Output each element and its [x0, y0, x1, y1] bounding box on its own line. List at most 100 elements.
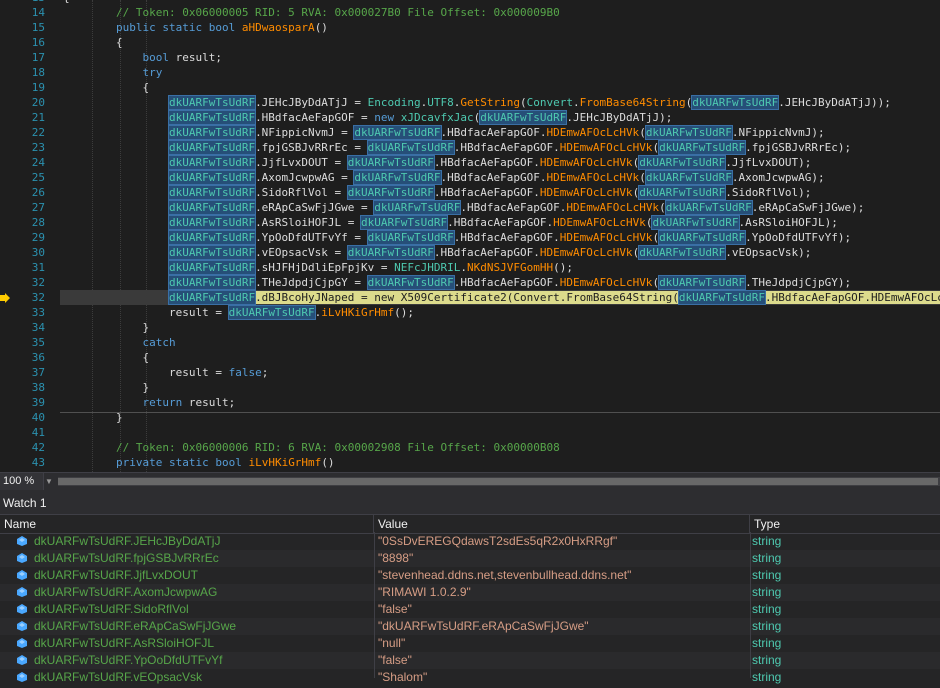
watch-value[interactable]: "dkUARFwTsUdRF.eRApCaSwFjJGwe" [378, 618, 748, 635]
code-line[interactable]: 16 { [0, 35, 940, 50]
code-text: return result; [142, 396, 236, 409]
watch-name[interactable]: dkUARFwTsUdRF.SidoRflVol [34, 601, 374, 618]
field-icon [17, 553, 27, 563]
watch-name[interactable]: dkUARFwTsUdRF.YpOoDfdUTFvYf [34, 652, 374, 669]
code-line[interactable]: 15 public static bool aHDwaosparA() [0, 20, 940, 35]
watch-row[interactable]: dkUARFwTsUdRF.JEHcJByDdATjJ "0SsDvEREGQda… [0, 533, 940, 550]
line-number: 18 [31, 66, 45, 79]
code-line[interactable]: 27 dkUARFwTsUdRF.eRApCaSwFjJGwe = dkUARF… [0, 200, 940, 215]
watch-value[interactable]: "RIMAWI 1.0.2.9" [378, 584, 748, 601]
code-line[interactable]: 19 { [0, 80, 940, 95]
code-line[interactable]: 14 // Token: 0x06000005 RID: 5 RVA: 0x00… [0, 5, 940, 20]
line-number: 25 [31, 171, 45, 184]
code-line[interactable]: 42 // Token: 0x06000006 RID: 6 RVA: 0x00… [0, 440, 940, 455]
watch-value[interactable]: "null" [378, 635, 748, 652]
column-header-type[interactable]: Type [750, 515, 940, 533]
code-line[interactable]: 39 return result; [0, 395, 940, 410]
watch-type: string [752, 551, 782, 565]
watch-type: string [752, 670, 782, 684]
watch-row[interactable]: dkUARFwTsUdRF.SidoRflVol "false" string [0, 601, 940, 618]
code-line[interactable]: 43 private static bool iLvHKiGrHmf() [0, 455, 940, 470]
watch-row[interactable]: dkUARFwTsUdRF.eRApCaSwFjJGwe "dkUARFwTsUd… [0, 618, 940, 635]
line-number: 26 [31, 186, 45, 199]
watch-type: string [752, 568, 782, 582]
code-text: dkUARFwTsUdRF.sHJFHjDdliEpFpjKv = NEFcJH… [167, 260, 573, 275]
line-number: 38 [31, 381, 45, 394]
code-line[interactable]: 17 bool result; [0, 50, 940, 65]
watch-name[interactable]: dkUARFwTsUdRF.vEOpsacVsk [34, 669, 374, 686]
watch-header: Name Value Type [0, 514, 940, 534]
line-number: 23 [31, 141, 45, 154]
code-text: // Token: 0x06000005 RID: 5 RVA: 0x00002… [115, 6, 560, 19]
watch-row[interactable]: dkUARFwTsUdRF.fpjGSBJvRRrEc "8898" string [0, 550, 940, 567]
column-header-name[interactable]: Name [0, 515, 374, 533]
line-number: 37 [31, 366, 45, 379]
watch-row[interactable]: dkUARFwTsUdRF.JjfLvxDOUT "stevenhead.ddns… [0, 567, 940, 584]
code-line[interactable]: 21 dkUARFwTsUdRF.HBdfacAeFapGOF = new xJ… [0, 110, 940, 125]
code-line[interactable]: 32 dkUARFwTsUdRF.dBJBcoHyJNaped = new X5… [0, 290, 940, 305]
code-line[interactable]: 32 dkUARFwTsUdRF.THeJdpdjCjpGY = dkUARFw… [0, 275, 940, 290]
code-line[interactable]: 20 dkUARFwTsUdRF.JEHcJByDdATjJ = Encodin… [0, 95, 940, 110]
watch-name[interactable]: dkUARFwTsUdRF.AxomJcwpwAG [34, 584, 374, 601]
line-number: 41 [31, 426, 45, 439]
watch-name[interactable]: dkUARFwTsUdRF.AsRSloiHOFJL [34, 635, 374, 652]
code-editor[interactable]: 13{14 // Token: 0x06000005 RID: 5 RVA: 0… [0, 0, 940, 472]
watch-value[interactable]: "Shalom" [378, 669, 748, 686]
code-line[interactable]: 31 dkUARFwTsUdRF.sHJFHjDdliEpFpjKv = NEF… [0, 260, 940, 275]
watch-name[interactable]: dkUARFwTsUdRF.JEHcJByDdATjJ [34, 533, 374, 550]
code-line[interactable]: 33 result = dkUARFwTsUdRF.iLvHKiGrHmf(); [0, 305, 940, 320]
code-line[interactable]: 28 dkUARFwTsUdRF.AsRSloiHOFJL = dkUARFwT… [0, 215, 940, 230]
code-text: dkUARFwTsUdRF.HBdfacAeFapGOF = new xJDca… [167, 110, 673, 125]
code-line[interactable]: 22 dkUARFwTsUdRF.NFippicNvmJ = dkUARFwTs… [0, 125, 940, 140]
watch-row[interactable]: dkUARFwTsUdRF.vEOpsacVsk "Shalom" string [0, 669, 940, 686]
code-text: { [63, 36, 123, 49]
line-number: 29 [31, 231, 45, 244]
zoom-level[interactable]: 100 % [0, 473, 44, 490]
code-line[interactable]: 34 } [0, 320, 940, 335]
horizontal-scrollbar[interactable] [58, 477, 940, 486]
code-line[interactable]: 38 } [0, 380, 940, 395]
chevron-down-icon[interactable]: ▼ [44, 473, 54, 490]
watch-row[interactable]: dkUARFwTsUdRF.AxomJcwpwAG "RIMAWI 1.0.2.9… [0, 584, 940, 601]
line-number: 20 [31, 96, 45, 109]
watch-name[interactable]: dkUARFwTsUdRF.JjfLvxDOUT [34, 567, 374, 584]
watch-value[interactable]: "8898" [378, 550, 748, 567]
watch-name[interactable]: dkUARFwTsUdRF.fpjGSBJvRRrEc [34, 550, 374, 567]
watch-row[interactable]: dkUARFwTsUdRF.AsRSloiHOFJL "null" string [0, 635, 940, 652]
column-header-value[interactable]: Value [374, 515, 750, 533]
watch-type: string [752, 602, 782, 616]
code-line[interactable]: 37 result = false; [0, 365, 940, 380]
code-line[interactable]: 41 [0, 425, 940, 440]
code-line[interactable]: 30 dkUARFwTsUdRF.vEOpsacVsk = dkUARFwTsU… [0, 245, 940, 260]
code-text: result = dkUARFwTsUdRF.iLvHKiGrHmf(); [63, 305, 415, 320]
execution-pointer-icon [0, 293, 10, 303]
line-number: 34 [31, 321, 45, 334]
code-text: public static bool aHDwaosparA() [115, 21, 328, 34]
code-text: dkUARFwTsUdRF.NFippicNvmJ = dkUARFwTsUdR… [167, 125, 825, 140]
watch-value[interactable]: "0SsDvEREGQdawsT2sdEs5qR2x0HxRRgf" [378, 533, 748, 550]
code-line[interactable]: 26 dkUARFwTsUdRF.SidoRflVol = dkUARFwTsU… [0, 185, 940, 200]
column-divider [750, 532, 751, 678]
watch-title: Watch 1 [0, 490, 940, 514]
code-line[interactable]: 23 dkUARFwTsUdRF.fpjGSBJvRRrEc = dkUARFw… [0, 140, 940, 155]
line-number: 27 [31, 201, 45, 214]
field-icon [17, 536, 27, 546]
watch-row[interactable]: dkUARFwTsUdRF.YpOoDfdUTFvYf "false" string [0, 652, 940, 669]
code-text: private static bool iLvHKiGrHmf() [115, 456, 335, 469]
code-line[interactable]: 35 catch [0, 335, 940, 350]
watch-value[interactable]: "false" [378, 601, 748, 618]
code-line[interactable]: 18 try [0, 65, 940, 80]
editor-statusbar: 100 % ▼ [0, 472, 940, 490]
watch-value[interactable]: "stevenhead.ddns.net,stevenbullhead.ddns… [378, 567, 748, 584]
scrollbar-thumb[interactable] [58, 478, 938, 485]
field-icon [17, 638, 27, 648]
code-text: } [63, 321, 150, 334]
code-line[interactable]: 25 dkUARFwTsUdRF.AxomJcwpwAG = dkUARFwTs… [0, 170, 940, 185]
watch-panel: Watch 1 Name Value Type dkUARFwTsUdRF.JE… [0, 490, 940, 688]
code-line[interactable]: 29 dkUARFwTsUdRF.YpOoDfdUTFvYf = dkUARFw… [0, 230, 940, 245]
code-text: dkUARFwTsUdRF.JjfLvxDOUT = dkUARFwTsUdRF… [167, 155, 812, 170]
watch-name[interactable]: dkUARFwTsUdRF.eRApCaSwFjJGwe [34, 618, 374, 635]
code-line[interactable]: 24 dkUARFwTsUdRF.JjfLvxDOUT = dkUARFwTsU… [0, 155, 940, 170]
code-line[interactable]: 36 { [0, 350, 940, 365]
watch-value[interactable]: "false" [378, 652, 748, 669]
